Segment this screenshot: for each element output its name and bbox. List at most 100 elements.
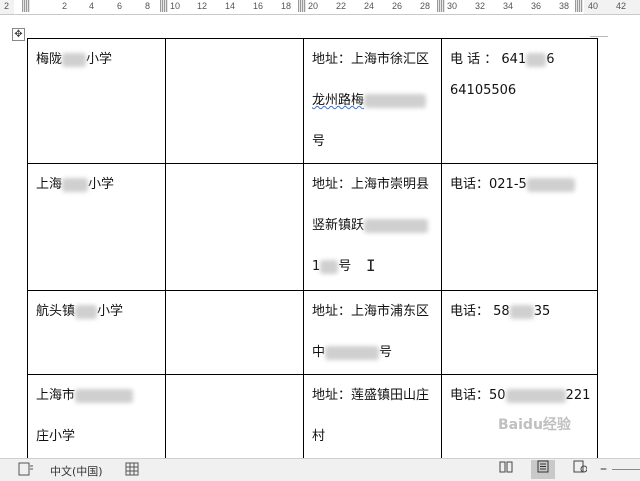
text-cursor-icon: I <box>366 256 376 275</box>
text: 号 <box>338 259 352 274</box>
macro-recording-icon[interactable] <box>125 462 139 479</box>
redacted-text <box>75 304 98 319</box>
cell-line: 地址：上海市浦东区 <box>312 304 430 319</box>
table-cell-empty[interactable] <box>165 38 304 164</box>
cell-line: 地址：上海市崇明县 <box>312 177 430 192</box>
web-layout-view-icon[interactable] <box>568 460 592 479</box>
table-cell-phone[interactable]: 电 话 ： 641 6 64105506 <box>440 38 599 164</box>
ruler-label: 2 <box>4 1 10 11</box>
text: 小学 <box>88 177 115 192</box>
language-indicator[interactable]: 中文(中国) <box>50 463 103 479</box>
ruler-label: 4 <box>89 1 95 11</box>
table-row: 航头镇 小学 地址：上海市浦东区 中号 电话： 58 35 <box>27 290 599 375</box>
table-cell-empty[interactable] <box>165 290 304 375</box>
table-row: 上海 小学 地址：上海市崇明县 竖新镇跃 1 号 电话：021-5 <box>27 163 599 291</box>
cell-line: 地址：上海市徐汇区 <box>312 52 430 67</box>
text: 电话： 58 <box>450 304 510 319</box>
ruler-label: 10 <box>170 1 181 11</box>
ruler-label: 40 <box>588 1 599 11</box>
ruler-column-marker[interactable] <box>437 0 445 12</box>
cell-line: 地址：莲盛镇田山庄 <box>312 388 430 403</box>
ruler-label: 16 <box>253 1 264 11</box>
text: 小学 <box>97 304 124 319</box>
redacted-text <box>320 259 339 274</box>
table-cell-phone[interactable]: 电话：021-5 <box>440 163 599 291</box>
cell-line: 中号 <box>312 332 434 373</box>
cell-line: 航头镇 小学 <box>36 291 158 332</box>
cell-line: 竖新镇跃 <box>312 205 434 246</box>
ruler-label: 42 <box>616 1 627 11</box>
cell-line: 庄小学 <box>36 429 76 444</box>
document-check-icon[interactable] <box>18 462 34 479</box>
table-cell-address[interactable]: 地址：上海市浦东区 中号 <box>303 290 442 375</box>
cell-line: 电话：021-5 <box>450 164 590 205</box>
text: 电话：50 <box>450 388 506 403</box>
table-cell-empty[interactable] <box>165 374 304 465</box>
ruler-label: 22 <box>336 1 347 11</box>
read-mode-view-icon[interactable] <box>494 460 518 479</box>
text: 龙州路梅 <box>312 93 365 108</box>
baidu-watermark: Baidu经验 <box>498 417 571 433</box>
text: 上海市 <box>36 388 76 403</box>
cell-line: 龙州路梅 <box>312 80 434 121</box>
table-row: 梅陇 小学 地址：上海市徐汇区 龙州路梅 号 电 话 ： 641 6 6410550… <box>27 38 599 164</box>
redacted-text <box>509 304 534 319</box>
table-cell-school-name[interactable]: 梅陇 小学 <box>27 38 166 164</box>
ruler-column-marker[interactable] <box>298 0 306 12</box>
redacted-text <box>62 52 87 67</box>
text: 梅陇 <box>36 52 63 67</box>
cell-line: 电话：50 221 <box>450 375 590 416</box>
ruler-label: 14 <box>225 1 236 11</box>
text: 6 <box>546 52 555 67</box>
ruler-label: 8 <box>145 1 151 11</box>
redacted-text <box>364 93 427 108</box>
redacted-text <box>505 388 566 403</box>
text: 航头镇 <box>36 304 76 319</box>
cell-line: 梅陇 小学 <box>36 39 158 80</box>
redacted-text <box>62 177 89 192</box>
page-edge-marker <box>590 36 608 37</box>
zoom-out-button[interactable]: – <box>600 461 607 477</box>
text: 竖新镇跃 <box>312 218 365 233</box>
horizontal-ruler[interactable]: 2 2 4 6 8 10 12 14 16 18 20 22 24 26 28 … <box>0 0 640 15</box>
cell-line: 上海市 <box>36 375 158 416</box>
text: 221 <box>565 388 591 403</box>
text: 小学 <box>86 52 113 67</box>
table-cell-address[interactable]: 地址：上海市徐汇区 龙州路梅 号 <box>303 38 442 164</box>
text: 1 <box>312 259 321 274</box>
text: 电 话 ： 641 <box>450 52 527 67</box>
ruler-label: 26 <box>392 1 403 11</box>
table-cell-school-name[interactable]: 上海 小学 <box>27 163 166 291</box>
table-cell-school-name[interactable]: 上海市 庄小学 <box>27 374 166 465</box>
table-move-handle-icon[interactable]: ✥ <box>12 28 25 41</box>
redacted-text <box>75 388 134 403</box>
table-cell-school-name[interactable]: 航头镇 小学 <box>27 290 166 375</box>
redacted-text <box>526 177 575 192</box>
text: 号 <box>379 345 393 360</box>
ruler-left-margin-marker[interactable] <box>22 0 30 12</box>
text: 上海 <box>36 177 63 192</box>
print-layout-view-icon[interactable] <box>531 460 555 479</box>
ruler-column-marker[interactable] <box>160 0 168 12</box>
ruler-label: 18 <box>281 1 292 11</box>
zoom-slider[interactable] <box>612 469 640 470</box>
ruler-label: 24 <box>364 1 375 11</box>
ruler-label: 20 <box>308 1 319 11</box>
table-cell-address[interactable]: 地址：莲盛镇田山庄 村 <box>303 374 442 465</box>
text: 电话：021-5 <box>450 177 527 192</box>
table-cell-phone[interactable]: 电话： 58 35 <box>440 290 599 375</box>
text: 中 <box>312 345 326 360</box>
ruler-label: 28 <box>420 1 431 11</box>
redacted-text <box>325 345 380 360</box>
redacted-text <box>364 218 429 233</box>
spellcheck-underlined-text: 龙州路梅 <box>312 93 427 108</box>
ruler-label: 2 <box>62 1 68 11</box>
ruler-right-margin-marker[interactable] <box>575 0 583 12</box>
address-table: 梅陇 小学 地址：上海市徐汇区 龙州路梅 号 电 话 ： 641 6 6410550… <box>27 38 599 465</box>
status-bar: 中文(中国) – <box>0 458 640 481</box>
text: 35 <box>533 304 551 319</box>
cell-line: 号 <box>312 134 326 149</box>
ruler-label: 34 <box>503 1 514 11</box>
table-cell-empty[interactable] <box>165 163 304 291</box>
cell-line: 村 <box>312 429 326 444</box>
